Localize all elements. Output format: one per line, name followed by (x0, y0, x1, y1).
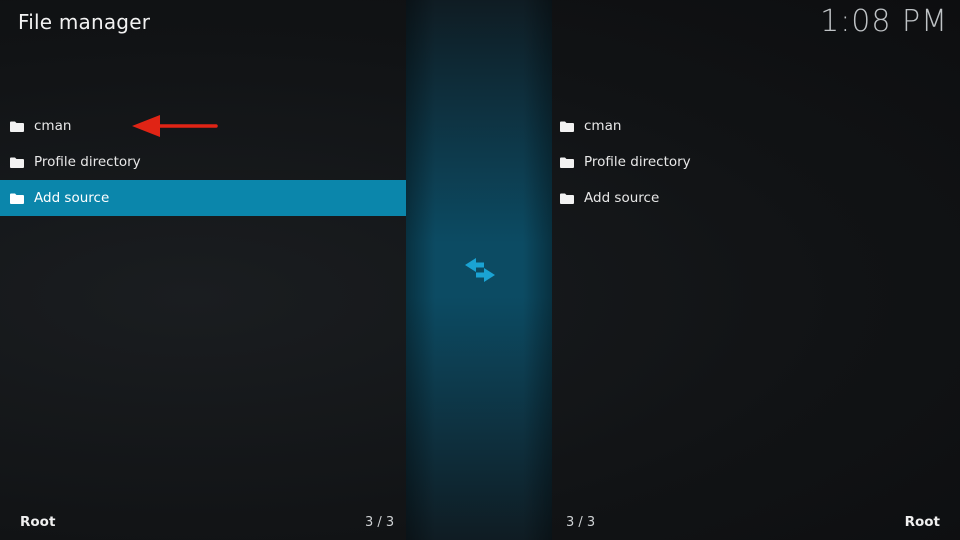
left-item-label: Add source (34, 190, 110, 206)
folder-icon (10, 121, 24, 132)
left-footer-count: 3 / 3 (365, 515, 395, 530)
right-file-list: cman Profile directory Add source (552, 108, 960, 216)
right-footer-location: Root (904, 514, 940, 530)
folder-icon (560, 193, 574, 204)
right-item-profile-directory[interactable]: Profile directory (552, 144, 960, 180)
left-item-label: cman (34, 118, 72, 134)
left-footer-location: Root (20, 514, 56, 530)
left-item-label: Profile directory (34, 154, 141, 170)
right-item-label: cman (584, 118, 622, 134)
right-item-label: Profile directory (584, 154, 691, 170)
left-item-add-source[interactable]: Add source (0, 180, 406, 216)
folder-icon (10, 193, 24, 204)
red-arrow-left-icon (132, 115, 218, 137)
folder-icon (560, 121, 574, 132)
file-manager-screen: File manager 1:08 PM cman Profile direct… (0, 0, 960, 540)
right-item-label: Add source (584, 190, 660, 206)
folder-icon (10, 157, 24, 168)
right-footer-count: 3 / 3 (566, 515, 596, 530)
swap-arrows-icon[interactable] (462, 256, 498, 284)
folder-icon (560, 157, 574, 168)
right-pane: cman Profile directory Add source 3 / 3 … (552, 0, 960, 540)
left-pane: cman Profile directory Add source Root 3… (0, 0, 406, 540)
left-item-profile-directory[interactable]: Profile directory (0, 144, 406, 180)
right-item-add-source[interactable]: Add source (552, 180, 960, 216)
right-item-cman[interactable]: cman (552, 108, 960, 144)
